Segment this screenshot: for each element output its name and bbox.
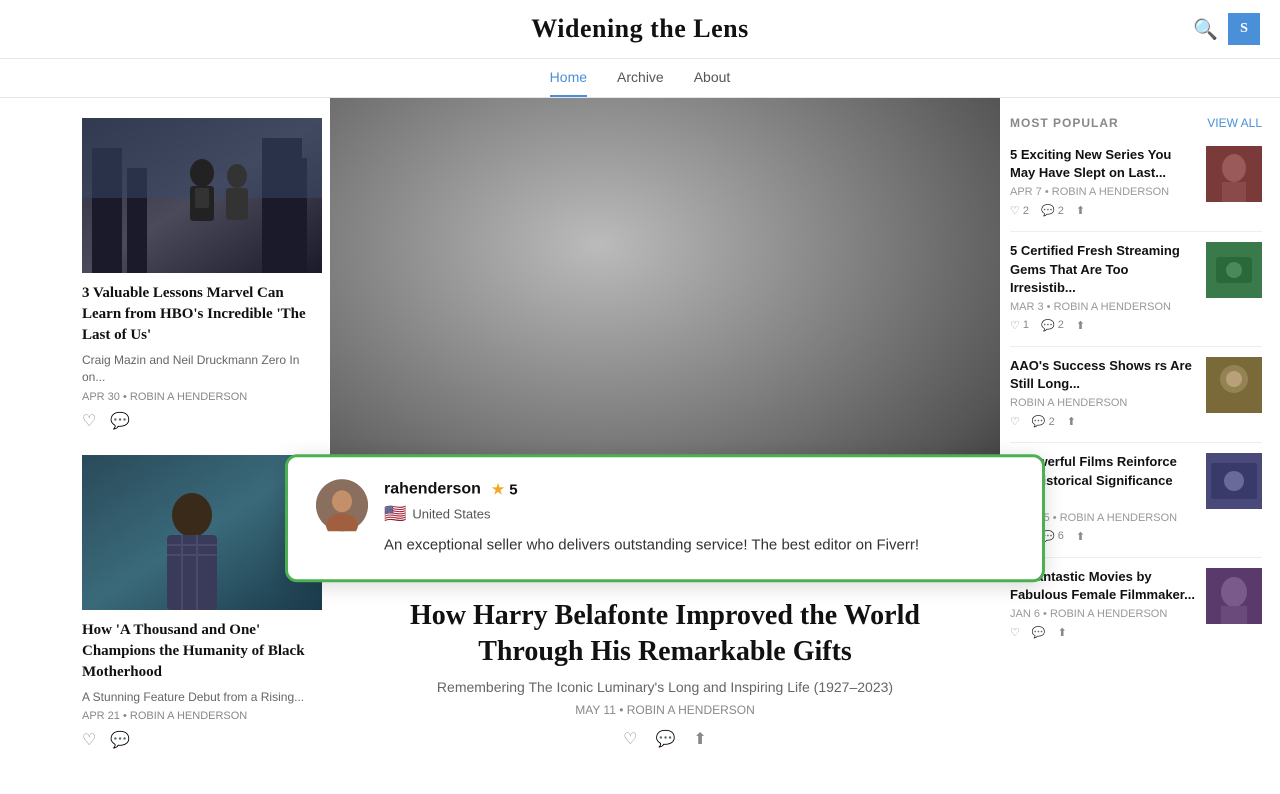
popular-item-actions-3: ♡ 💬 2 ⬆ <box>1010 415 1196 428</box>
popular-item-actions-1: ♡ 2 💬 2 ⬆ <box>1010 204 1196 217</box>
featured-like-icon[interactable]: ♡ <box>623 729 637 749</box>
article-excerpt-lastofus: Craig Mazin and Neil Druckmann Zero In o… <box>82 352 310 386</box>
popular-item-content-1: 5 Exciting New Series You May Have Slept… <box>1010 146 1196 217</box>
popular-like-3[interactable]: ♡ <box>1010 415 1020 428</box>
comment-icon-2[interactable]: 💬 <box>110 730 130 750</box>
featured-share-icon[interactable]: ⬆ <box>693 729 706 749</box>
site-title: Widening the Lens <box>531 14 749 44</box>
popular-item-content-3: AAO's Success Shows rs Are Still Long...… <box>1010 357 1196 428</box>
popular-item-actions-2: ♡ 1 💬 2 ⬆ <box>1010 319 1196 332</box>
header-icons: 🔍 S <box>1193 13 1260 45</box>
popular-item-meta-1: APR 7 • ROBIN A HENDERSON <box>1010 186 1196 198</box>
popular-thumb-3 <box>1206 357 1262 413</box>
article-title-lastofus[interactable]: 3 Valuable Lessons Marvel Can Learn from… <box>82 283 310 346</box>
right-column: MOST POPULAR VIEW ALL 5 Exciting New Ser… <box>1000 98 1280 794</box>
article-excerpt-blackmom: A Stunning Feature Debut from a Rising..… <box>82 689 310 706</box>
view-all-link[interactable]: VIEW ALL <box>1207 116 1262 130</box>
article-thumb-lastofus[interactable] <box>82 118 322 273</box>
nav-home[interactable]: Home <box>550 69 587 97</box>
popular-comment-5[interactable]: 💬 <box>1032 626 1046 639</box>
popular-like-5[interactable]: ♡ <box>1010 626 1020 639</box>
left-column: 3 Valuable Lessons Marvel Can Learn from… <box>0 98 330 794</box>
review-score: 5 <box>509 481 517 498</box>
article-card-blackmom: How 'A Thousand and One' Champions the H… <box>82 455 310 751</box>
popular-thumb-1 <box>1206 146 1262 202</box>
popular-share-3[interactable]: ⬆ <box>1067 415 1076 428</box>
review-text: An exceptional seller who delivers outst… <box>384 534 1014 557</box>
header: Widening the Lens 🔍 S <box>0 0 1280 59</box>
popular-share-2[interactable]: ⬆ <box>1076 319 1085 332</box>
review-username: rahenderson <box>384 480 481 498</box>
featured-article-meta: MAY 11 • ROBIN A HENDERSON <box>360 703 970 717</box>
article-card-lastofus: 3 Valuable Lessons Marvel Can Learn from… <box>82 118 310 431</box>
review-avatar <box>316 479 368 531</box>
popular-share-4[interactable]: ⬆ <box>1076 530 1085 543</box>
article-meta-blackmom: APR 21 • ROBIN A HENDERSON <box>82 710 310 722</box>
star-icon: ★ <box>491 479 505 499</box>
center-column: rahenderson ★ 5 🇺🇸 United States An exce… <box>330 98 1000 794</box>
nav-about[interactable]: About <box>694 69 731 97</box>
article-title-blackmom[interactable]: How 'A Thousand and One' Champions the H… <box>82 620 310 683</box>
popular-item-meta-2: MAR 3 • ROBIN A HENDERSON <box>1010 301 1196 313</box>
nav-archive[interactable]: Archive <box>617 69 664 97</box>
featured-article-title[interactable]: How Harry Belafonte Improved the World T… <box>360 598 970 671</box>
popular-like-2[interactable]: ♡ 1 <box>1010 319 1029 332</box>
popular-item-1: 5 Exciting New Series You May Have Slept… <box>1010 146 1262 217</box>
popular-thumb-4 <box>1206 453 1262 509</box>
popular-item-4: 3 Powerful Films Reinforce the Historica… <box>1010 453 1262 543</box>
review-stars: ★ 5 <box>491 479 518 499</box>
featured-article-subtitle: Remembering The Iconic Luminary's Long a… <box>360 679 970 695</box>
popular-item-title-1[interactable]: 5 Exciting New Series You May Have Slept… <box>1010 146 1196 182</box>
article-meta-lastofus: APR 30 • ROBIN A HENDERSON <box>82 391 310 403</box>
review-overlay: rahenderson ★ 5 🇺🇸 United States An exce… <box>285 454 1045 582</box>
like-icon[interactable]: ♡ <box>82 411 96 431</box>
featured-comment-icon[interactable]: 💬 <box>656 729 676 749</box>
popular-thumb-5 <box>1206 568 1262 624</box>
like-icon-2[interactable]: ♡ <box>82 730 96 750</box>
popular-header: MOST POPULAR VIEW ALL <box>1010 116 1262 130</box>
popular-item-5: 13 Fantastic Movies by Fabulous Female F… <box>1010 568 1262 639</box>
divider-4 <box>1010 557 1262 558</box>
popular-item-content-2: 5 Certified Fresh Streaming Gems That Ar… <box>1010 242 1196 332</box>
user-icon-box[interactable]: S <box>1228 13 1260 45</box>
review-country: United States <box>412 506 490 521</box>
divider-3 <box>1010 442 1262 443</box>
popular-item-meta-5: JAN 6 • ROBIN A HENDERSON <box>1010 608 1196 620</box>
featured-article-actions: ♡ 💬 ⬆ <box>360 729 970 749</box>
popular-item-title-3[interactable]: AAO's Success Shows rs Are Still Long... <box>1010 357 1196 393</box>
review-top: rahenderson ★ 5 <box>384 479 1014 499</box>
divider-1 <box>1010 231 1262 232</box>
main-nav: Home Archive About <box>0 59 1280 98</box>
article-actions-blackmom: ♡ 💬 <box>82 730 310 750</box>
featured-article-info: How Harry Belafonte Improved the World T… <box>330 578 1000 759</box>
popular-item-3: AAO's Success Shows rs Are Still Long...… <box>1010 357 1262 428</box>
main-content: 3 Valuable Lessons Marvel Can Learn from… <box>0 98 1280 794</box>
popular-share-5[interactable]: ⬆ <box>1058 626 1067 639</box>
popular-title: MOST POPULAR <box>1010 116 1119 130</box>
review-flag: 🇺🇸 United States <box>384 503 1014 524</box>
comment-icon[interactable]: 💬 <box>110 411 130 431</box>
flag-emoji: 🇺🇸 <box>384 503 406 524</box>
popular-item-actions-5: ♡ 💬 ⬆ <box>1010 626 1196 639</box>
popular-item-meta-3: ROBIN A HENDERSON <box>1010 397 1196 409</box>
popular-item-2: 5 Certified Fresh Streaming Gems That Ar… <box>1010 242 1262 332</box>
popular-item-title-2[interactable]: 5 Certified Fresh Streaming Gems That Ar… <box>1010 242 1196 297</box>
popular-thumb-2 <box>1206 242 1262 298</box>
popular-comment-3[interactable]: 💬 2 <box>1032 415 1055 428</box>
popular-comment-2[interactable]: 💬 2 <box>1041 319 1064 332</box>
review-content: rahenderson ★ 5 🇺🇸 United States An exce… <box>384 479 1014 557</box>
popular-comment-1[interactable]: 💬 2 <box>1041 204 1064 217</box>
popular-like-1[interactable]: ♡ 2 <box>1010 204 1029 217</box>
search-icon[interactable]: 🔍 <box>1193 17 1218 42</box>
divider-2 <box>1010 346 1262 347</box>
article-actions-lastofus: ♡ 💬 <box>82 411 310 431</box>
popular-share-1[interactable]: ⬆ <box>1076 204 1085 217</box>
